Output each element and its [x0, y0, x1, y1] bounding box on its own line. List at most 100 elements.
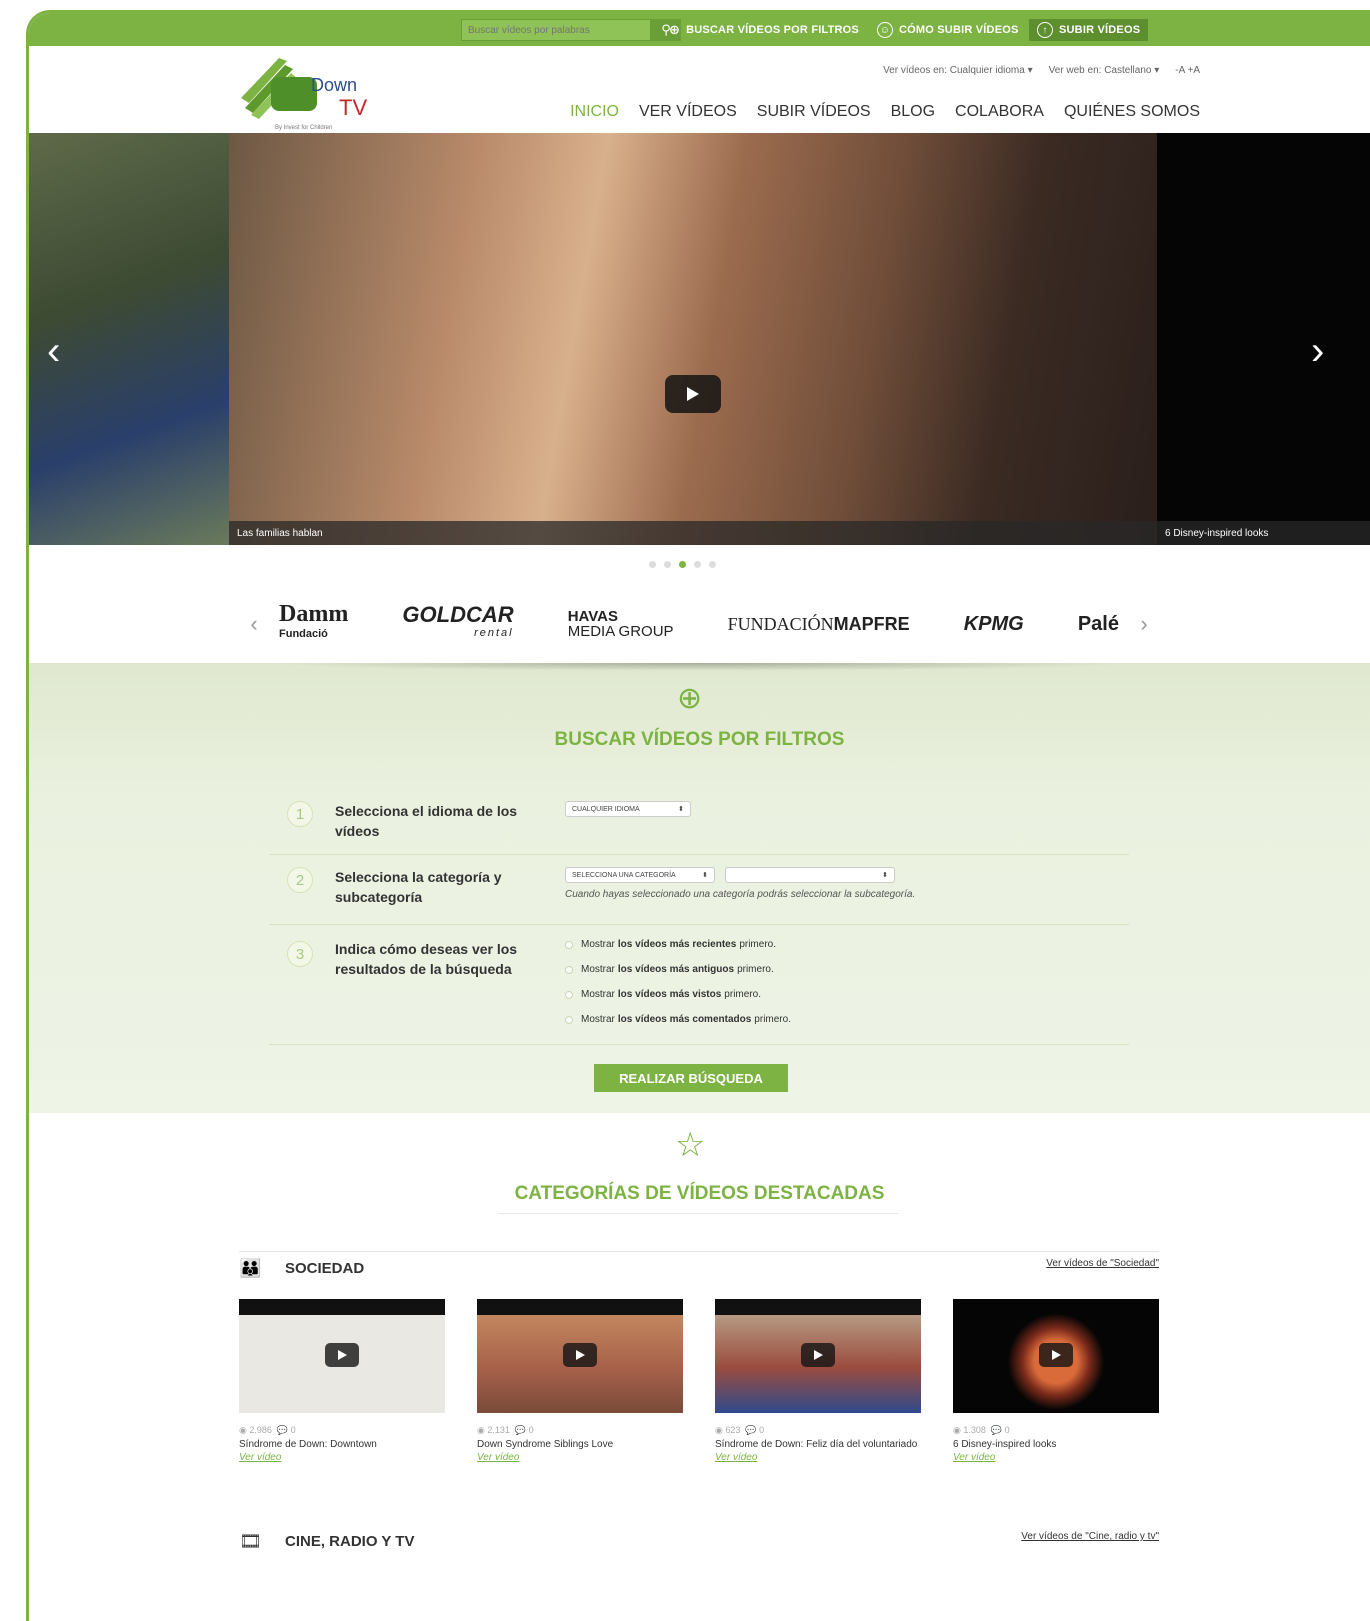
order-option-most-viewed[interactable]: Mostrar los vídeos más vistos primero.	[565, 989, 761, 1000]
video-language-select[interactable]: Ver vídeos en: Cualquier idioma ▾	[883, 65, 1033, 76]
font-size-controls[interactable]: -A +A	[1175, 65, 1200, 76]
language-select[interactable]: CUALQUIER IDIOMA ⬍	[565, 801, 691, 817]
upload-video-label: SUBIR VÍDEOS	[1059, 24, 1141, 36]
carousel-prev-icon[interactable]: ‹	[47, 329, 60, 374]
film-icon: 🎞	[239, 1531, 262, 1551]
zoom-icon: ⊕	[669, 22, 681, 37]
video-stats: ◉ 623 💬 0	[715, 1425, 765, 1435]
subcategory-select[interactable]: ⬍	[725, 867, 895, 883]
step-number: 3	[287, 941, 313, 967]
smiley-icon: ☺	[877, 22, 893, 38]
slide-current[interactable]: Las familias hablan	[229, 133, 1157, 545]
nav-blog[interactable]: BLOG	[891, 103, 935, 121]
nav-subir-videos[interactable]: SUBIR VÍDEOS	[757, 103, 871, 121]
browser-frame: ⚲ ⊕ BUSCAR VÍDEOS POR FILTROS ☺ CÓMO SUB…	[26, 10, 1370, 1621]
view-count: 2.131	[487, 1425, 510, 1435]
order-option-most-commented[interactable]: Mostrar los vídeos más comentados primero.	[565, 1014, 791, 1025]
video-title[interactable]: Down Syndrome Siblings Love	[477, 1438, 683, 1452]
video-title[interactable]: 6 Disney-inspired looks	[953, 1438, 1159, 1452]
keyword-search-input[interactable]	[461, 19, 651, 41]
nav-ver-videos[interactable]: VER VÍDEOS	[639, 103, 737, 121]
howto-upload-link[interactable]: ☺ CÓMO SUBIR VÍDEOS	[877, 19, 1019, 41]
sponsor-goldcar[interactable]: GOLDCAR rental	[402, 602, 514, 642]
video-card[interactable]: ◉ 2.131 💬 0 Down Syndrome Siblings Love …	[477, 1299, 683, 1463]
video-card[interactable]: ◉ 1.308 💬 0 6 Disney-inspired looks Ver …	[953, 1299, 1159, 1463]
carousel-dot[interactable]	[709, 561, 716, 568]
slide-caption: Las familias hablan	[229, 521, 1157, 545]
video-stats: ◉ 1.308 💬 0	[953, 1425, 1010, 1435]
top-bar: ⚲ ⊕ BUSCAR VÍDEOS POR FILTROS ☺ CÓMO SUB…	[29, 13, 1370, 46]
nav-inicio[interactable]: INICIO	[570, 103, 619, 121]
nav-quienes-somos[interactable]: QUIÉNES SOMOS	[1064, 103, 1200, 121]
order-option-recent[interactable]: Mostrar los vídeos más recientes primero.	[565, 939, 776, 950]
option-pre: Mostrar	[581, 1014, 615, 1025]
step-label: Indica cómo deseas ver los resultados de…	[335, 941, 518, 977]
video-link[interactable]: Ver vídeo	[715, 1452, 921, 1463]
carousel-dot[interactable]	[694, 561, 701, 568]
video-thumbnail[interactable]	[953, 1299, 1159, 1413]
video-stats: ◉ 2.986 💬 0	[239, 1425, 296, 1435]
radio-icon	[565, 965, 573, 974]
sponsor-havas-sub: MEDIA GROUP	[567, 623, 674, 640]
video-link[interactable]: Ver vídeo	[953, 1452, 1159, 1463]
carousel-dot[interactable]	[649, 561, 656, 568]
category-header: 👪 SOCIEDAD Ver vídeos de "Sociedad"	[239, 1251, 1159, 1281]
video-card[interactable]: ◉ 623 💬 0 Síndrome de Down: Feliz día de…	[715, 1299, 921, 1463]
step-label: Selecciona la categoría y subcategoría	[335, 869, 502, 905]
sponsor-next-icon[interactable]: ›	[1129, 611, 1159, 637]
comment-count: 0	[759, 1425, 765, 1435]
video-title[interactable]: Síndrome de Down: Feliz día del voluntar…	[715, 1438, 921, 1452]
run-search-button[interactable]: REALIZAR BÚSQUEDA	[594, 1064, 788, 1092]
category-select[interactable]: SELECCIONA UNA CATEGORÍA ⬍	[565, 867, 715, 883]
keyword-search: ⚲	[461, 19, 691, 41]
people-group-icon: 👪	[239, 1258, 262, 1278]
category-more-link[interactable]: Ver vídeos de "Sociedad"	[1046, 1258, 1159, 1269]
filter-search-link[interactable]: ⊕ BUSCAR VÍDEOS POR FILTROS	[669, 19, 859, 41]
step-label: Selecciona el idioma de los vídeos	[335, 803, 518, 839]
category-hint: Cuando hayas seleccionado una categoría …	[565, 889, 916, 900]
video-link[interactable]: Ver vídeo	[239, 1452, 445, 1463]
video-thumbnail[interactable]	[715, 1299, 921, 1413]
zoom-in-icon: ⊕	[677, 682, 703, 715]
carousel-dots	[649, 561, 716, 568]
video-card[interactable]: ◉ 2.986 💬 0 Síndrome de Down: Downtown V…	[239, 1299, 445, 1463]
carousel-dot-active[interactable]	[679, 561, 686, 568]
sponsor-kpmg[interactable]: KPMG	[964, 613, 1024, 636]
comment-count: 0	[1004, 1425, 1010, 1435]
sponsor-pale[interactable]: Palé	[1078, 613, 1119, 636]
category-more-link[interactable]: Ver vídeos de "Cine, radio y tv"	[1021, 1531, 1159, 1542]
video-thumbnail[interactable]	[239, 1299, 445, 1413]
sponsor-havas[interactable]: HAVAS MEDIA GROUP	[568, 609, 674, 639]
sponsor-mapfre[interactable]: FUNDACIÓNMAPFRE	[728, 614, 910, 635]
radio-icon	[565, 1015, 573, 1024]
slide-next[interactable]: 6 Disney-inspired looks	[1157, 133, 1370, 545]
sponsor-strip: ‹ Damm Fundació GOLDCAR rental HAVAS MED…	[239, 601, 1159, 647]
site-logo[interactable]: Down TV By Invest for Children	[239, 53, 379, 133]
filter-search-label: BUSCAR VÍDEOS POR FILTROS	[686, 24, 859, 36]
upload-video-button[interactable]: ↑ SUBIR VÍDEOS	[1029, 19, 1149, 41]
sponsor-damm[interactable]: Damm Fundació	[279, 602, 348, 644]
filter-step-category: 2 Selecciona la categoría y subcategoría…	[269, 855, 1129, 925]
video-stats: ◉ 2.131 💬 0	[477, 1425, 534, 1435]
main-nav: INICIO VER VÍDEOS SUBIR VÍDEOS BLOG COLA…	[570, 103, 1200, 121]
play-icon	[563, 1343, 597, 1367]
star-icon: ☆	[675, 1126, 706, 1164]
select-arrow-icon: ⬍	[882, 872, 888, 879]
category-header: 🎞 CINE, RADIO Y TV Ver vídeos de "Cine, …	[239, 1525, 1159, 1555]
sponsor-goldcar-name: GOLDCAR	[402, 602, 514, 627]
video-thumbnail[interactable]	[477, 1299, 683, 1413]
video-grid: ◉ 2.986 💬 0 Síndrome de Down: Downtown V…	[239, 1299, 1159, 1463]
svg-text:TV: TV	[339, 95, 367, 120]
howto-upload-label: CÓMO SUBIR VÍDEOS	[899, 24, 1019, 36]
option-post: primero.	[724, 989, 761, 1000]
video-title[interactable]: Síndrome de Down: Downtown	[239, 1438, 445, 1452]
order-option-oldest[interactable]: Mostrar los vídeos más antiguos primero.	[565, 964, 774, 975]
video-link[interactable]: Ver vídeo	[477, 1452, 683, 1463]
carousel-dot[interactable]	[664, 561, 671, 568]
play-button[interactable]	[665, 375, 721, 413]
carousel-next-icon[interactable]: ›	[1311, 329, 1324, 374]
sponsor-prev-icon[interactable]: ‹	[239, 611, 269, 637]
sponsor-mapfre-a: FUNDACIÓN	[727, 613, 834, 634]
nav-colabora[interactable]: COLABORA	[955, 103, 1044, 121]
web-language-select[interactable]: Ver web en: Castellano ▾	[1049, 65, 1160, 76]
